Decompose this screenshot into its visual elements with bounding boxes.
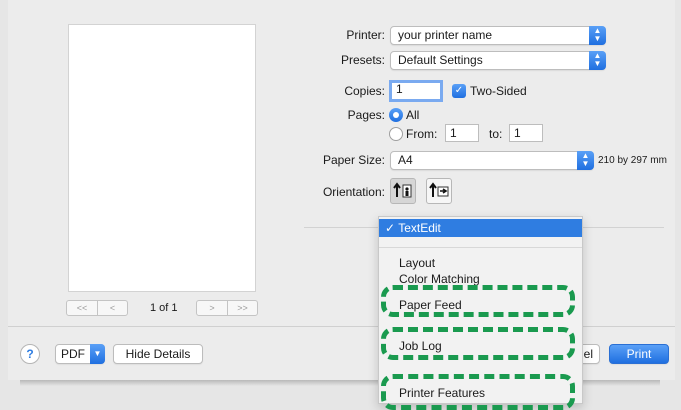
highlight-job-log bbox=[381, 327, 575, 360]
preview-nav-back: << < bbox=[66, 300, 128, 316]
highlight-printer-features bbox=[381, 374, 575, 410]
menu-separator bbox=[379, 247, 582, 248]
landscape-orientation-button[interactable] bbox=[426, 178, 452, 204]
print-preview-page bbox=[68, 24, 256, 292]
orientation-label: Orientation: bbox=[322, 185, 385, 199]
pages-to-label: to: bbox=[489, 127, 503, 141]
printer-popup[interactable]: your printer name ▲ ▼ bbox=[390, 26, 606, 45]
pages-all-radio[interactable] bbox=[389, 108, 403, 122]
hide-details-button[interactable]: Hide Details bbox=[113, 344, 203, 364]
portrait-icon bbox=[393, 182, 412, 198]
pages-from-radio[interactable] bbox=[389, 127, 403, 141]
portrait-orientation-button[interactable] bbox=[390, 178, 416, 204]
paper-size-popup[interactable]: A4 ▲ ▼ bbox=[390, 151, 594, 170]
copies-label: Copies: bbox=[344, 84, 385, 98]
popup-arrows-icon: ▲ ▼ bbox=[577, 151, 594, 170]
chevron-down-icon: ▼ bbox=[90, 344, 105, 364]
pages-to-field[interactable]: 1 bbox=[509, 124, 543, 142]
two-sided-label: Two-Sided bbox=[470, 84, 527, 98]
pdf-label: PDF bbox=[61, 347, 85, 361]
two-sided-checkbox[interactable]: ✓ bbox=[452, 84, 466, 98]
next-page-button[interactable]: > bbox=[197, 301, 227, 315]
popup-arrows-icon: ▲ ▼ bbox=[589, 51, 606, 70]
last-page-button[interactable]: >> bbox=[227, 301, 257, 315]
pages-from-label: From: bbox=[406, 127, 438, 141]
print-button[interactable]: Print bbox=[609, 344, 669, 364]
popup-arrows-icon: ▲ ▼ bbox=[589, 26, 606, 45]
printer-value: your printer name bbox=[398, 28, 493, 42]
menu-item-label: TextEdit bbox=[398, 221, 441, 235]
paper-size-label: Paper Size: bbox=[322, 153, 385, 167]
pdf-menu-button[interactable]: PDF ▼ bbox=[55, 344, 105, 364]
copies-field[interactable]: 1 bbox=[389, 80, 443, 102]
landscape-icon bbox=[429, 182, 449, 197]
pages-label: Pages: bbox=[347, 108, 385, 122]
presets-popup[interactable]: Default Settings ▲ ▼ bbox=[390, 51, 606, 70]
printer-label: Printer: bbox=[346, 28, 385, 42]
paper-size-value: A4 bbox=[398, 153, 413, 167]
help-button[interactable]: ? bbox=[20, 344, 40, 364]
first-page-button[interactable]: << bbox=[67, 301, 97, 315]
highlight-paper-feed bbox=[381, 285, 575, 317]
page-indicator: 1 of 1 bbox=[150, 302, 178, 314]
checkmark-icon: ✓ bbox=[385, 221, 396, 235]
pages-from-field[interactable]: 1 bbox=[445, 124, 479, 142]
previous-page-button[interactable]: < bbox=[97, 301, 127, 315]
preview-nav-forward: > >> bbox=[196, 300, 258, 316]
presets-value: Default Settings bbox=[398, 53, 483, 67]
pages-all-label: All bbox=[406, 108, 420, 122]
menu-item-textedit[interactable]: ✓ TextEdit bbox=[379, 219, 582, 237]
paper-dimensions: 210 by 297 mm bbox=[598, 155, 667, 166]
presets-label: Presets: bbox=[340, 53, 385, 67]
